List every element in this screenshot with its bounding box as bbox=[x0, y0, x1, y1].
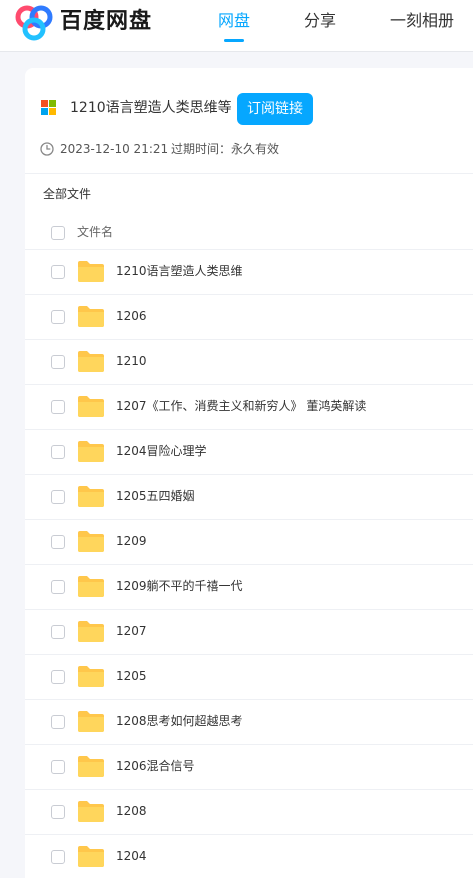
folder-icon bbox=[78, 846, 104, 867]
file-name[interactable]: 1209躺不平的千禧一代 bbox=[116, 576, 243, 596]
row-checkbox[interactable] bbox=[51, 715, 65, 729]
subscribe-link-button[interactable]: 订阅链接 bbox=[237, 93, 313, 125]
folder-icon bbox=[78, 261, 104, 282]
file-name[interactable]: 1210 bbox=[116, 351, 147, 371]
file-row[interactable]: 1209躺不平的千禧一代 bbox=[25, 564, 473, 609]
row-checkbox[interactable] bbox=[51, 625, 65, 639]
file-row[interactable]: 1204冒险心理学 bbox=[25, 429, 473, 474]
folder-icon bbox=[78, 486, 104, 507]
share-title: 1210语言塑造人类思维等 bbox=[70, 100, 232, 116]
row-checkbox[interactable] bbox=[51, 445, 65, 459]
file-row[interactable]: 1210语言塑造人类思维 bbox=[25, 249, 473, 294]
folder-icon bbox=[78, 576, 104, 597]
folder-icon bbox=[78, 711, 104, 732]
file-row[interactable]: 1208 bbox=[25, 789, 473, 834]
file-row[interactable]: 1210 bbox=[25, 339, 473, 384]
divider bbox=[25, 173, 473, 174]
clock-icon bbox=[40, 142, 54, 156]
file-row[interactable]: 1206混合信号 bbox=[25, 744, 473, 789]
folder-icon bbox=[78, 531, 104, 552]
nav-tab-share[interactable]: 分享 bbox=[304, 10, 336, 32]
multi-file-icon bbox=[41, 100, 56, 115]
folder-icon bbox=[78, 666, 104, 687]
row-checkbox[interactable] bbox=[51, 805, 65, 819]
row-checkbox[interactable] bbox=[51, 355, 65, 369]
breadcrumb-all-files[interactable]: 全部文件 bbox=[43, 185, 91, 203]
file-name[interactable]: 1206混合信号 bbox=[116, 756, 195, 776]
expire-label: 过期时间： bbox=[171, 142, 232, 156]
expire-value: 永久有效 bbox=[231, 142, 280, 156]
nav-active-indicator bbox=[224, 39, 244, 42]
file-row[interactable]: 1207《工作、消费主义和新穷人》 董鸿英解读 bbox=[25, 384, 473, 429]
nav-tab-netdisk[interactable]: 网盘 bbox=[218, 10, 250, 32]
nav-tab-album[interactable]: 一刻相册 bbox=[390, 10, 454, 32]
file-row[interactable]: 1209 bbox=[25, 519, 473, 564]
row-checkbox[interactable] bbox=[51, 535, 65, 549]
file-name[interactable]: 1206 bbox=[116, 306, 147, 326]
folder-icon bbox=[78, 441, 104, 462]
select-all-checkbox[interactable] bbox=[51, 226, 65, 240]
file-name[interactable]: 1205五四婚姻 bbox=[116, 486, 195, 506]
file-name[interactable]: 1204 bbox=[116, 846, 147, 866]
column-header-filename[interactable]: 文件名 bbox=[77, 223, 113, 241]
top-bar: 百度网盘 网盘 分享 一刻相册 bbox=[0, 0, 473, 52]
file-name[interactable]: 1207 bbox=[116, 621, 147, 641]
row-checkbox[interactable] bbox=[51, 490, 65, 504]
folder-icon bbox=[78, 756, 104, 777]
file-row[interactable]: 1205 bbox=[25, 654, 473, 699]
file-row[interactable]: 1205五四婚姻 bbox=[25, 474, 473, 519]
file-row[interactable]: 1208思考如何超越思考 bbox=[25, 699, 473, 744]
brand-name[interactable]: 百度网盘 bbox=[60, 8, 152, 36]
file-name[interactable]: 1208思考如何超越思考 bbox=[116, 711, 243, 731]
file-name[interactable]: 1204冒险心理学 bbox=[116, 441, 207, 461]
row-checkbox[interactable] bbox=[51, 400, 65, 414]
file-name[interactable]: 1210语言塑造人类思维 bbox=[116, 261, 243, 281]
file-row[interactable]: 1206 bbox=[25, 294, 473, 339]
file-row[interactable]: 1204 bbox=[25, 834, 473, 878]
folder-icon bbox=[78, 351, 104, 372]
file-row[interactable]: 1207 bbox=[25, 609, 473, 654]
file-name[interactable]: 1209 bbox=[116, 531, 147, 551]
row-checkbox[interactable] bbox=[51, 670, 65, 684]
row-checkbox[interactable] bbox=[51, 760, 65, 774]
folder-icon bbox=[78, 621, 104, 642]
folder-icon bbox=[78, 396, 104, 417]
folder-icon bbox=[78, 801, 104, 822]
file-name[interactable]: 1205 bbox=[116, 666, 147, 686]
file-name[interactable]: 1207《工作、消费主义和新穷人》 董鸿英解读 bbox=[116, 396, 366, 416]
share-date: 2023-12-10 21:21 bbox=[60, 142, 169, 156]
file-name[interactable]: 1208 bbox=[116, 801, 147, 821]
row-checkbox[interactable] bbox=[51, 850, 65, 864]
row-checkbox[interactable] bbox=[51, 265, 65, 279]
baidu-netdisk-logo-icon[interactable] bbox=[14, 5, 54, 41]
row-checkbox[interactable] bbox=[51, 580, 65, 594]
folder-icon bbox=[78, 306, 104, 327]
row-checkbox[interactable] bbox=[51, 310, 65, 324]
